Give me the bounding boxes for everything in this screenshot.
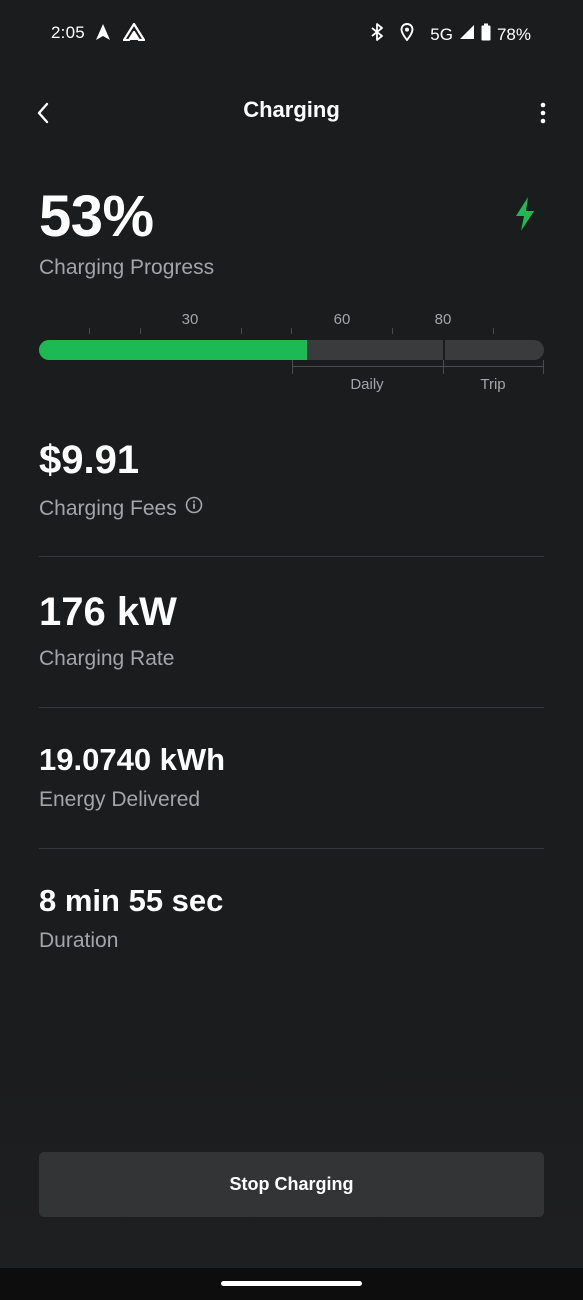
home-indicator[interactable] xyxy=(221,1281,362,1286)
duration-value: 8 min 55 sec xyxy=(39,883,224,918)
scale-tick xyxy=(241,328,242,334)
info-icon[interactable] xyxy=(185,496,203,520)
charging-fees-value: $9.91 xyxy=(39,438,140,482)
location-icon xyxy=(400,23,414,46)
charging-progress-label: Charging Progress xyxy=(39,256,215,279)
duration-label: Duration xyxy=(39,929,119,952)
scale-tick xyxy=(493,328,494,334)
status-bar: 2:05 5G 78% xyxy=(0,0,583,66)
charging-fees-label: Charging Fees xyxy=(39,497,177,520)
scale-label-60: 60 xyxy=(333,311,351,328)
energy-delivered-label: Energy Delivered xyxy=(39,788,201,811)
section-divider xyxy=(39,556,544,557)
charge-percent: 53% xyxy=(39,184,154,249)
trip-range-label: Trip xyxy=(480,376,506,393)
scale-label-80: 80 xyxy=(434,311,452,328)
charging-fees-row: Charging Fees xyxy=(39,496,203,521)
bolt-icon xyxy=(512,196,538,237)
scale-tick xyxy=(140,328,141,334)
signal-icon xyxy=(459,24,475,45)
android-auto-icon xyxy=(122,22,146,46)
charge-limit-marker xyxy=(443,340,445,360)
scale-label-30: 30 xyxy=(181,311,199,328)
section-divider xyxy=(39,707,544,708)
charging-rate-label: Charging Rate xyxy=(39,647,175,670)
scale-tick xyxy=(291,328,292,334)
stop-charging-button[interactable]: Stop Charging xyxy=(39,1152,544,1217)
charge-scale: 30 60 80 Daily Trip xyxy=(39,306,544,396)
status-icons: 5G 78% xyxy=(370,23,531,46)
more-vertical-icon xyxy=(540,102,546,129)
bluetooth-icon xyxy=(370,23,384,46)
trip-range-bracket xyxy=(443,366,543,374)
daily-range-label: Daily xyxy=(350,376,384,393)
navigation-arrow-icon xyxy=(94,23,112,46)
status-time: 2:05 xyxy=(51,23,85,42)
section-divider xyxy=(39,848,544,849)
page-title: Charging xyxy=(243,97,340,122)
charge-progress-bar[interactable] xyxy=(39,340,544,360)
more-options-button[interactable] xyxy=(533,102,553,128)
network-label: 5G xyxy=(430,24,453,44)
app-header: Charging xyxy=(0,88,583,138)
charging-rate-value: 176 kW xyxy=(39,590,177,634)
battery-icon xyxy=(481,23,491,46)
daily-range-bracket xyxy=(292,366,443,374)
battery-percent: 78% xyxy=(496,24,531,44)
trip-range-end xyxy=(543,360,544,374)
energy-delivered-value: 19.0740 kWh xyxy=(39,742,226,777)
scale-tick xyxy=(392,328,393,334)
scale-tick xyxy=(89,328,90,334)
charge-progress-fill xyxy=(39,340,307,360)
